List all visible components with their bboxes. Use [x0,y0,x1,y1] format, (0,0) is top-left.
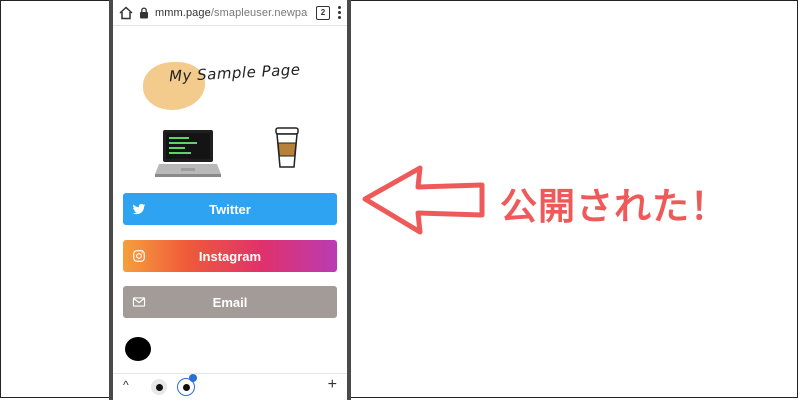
home-icon[interactable] [119,5,133,20]
chevron-up-icon[interactable]: ^ [123,378,129,392]
mail-icon [132,297,146,307]
phone-screen: mmm.page/smapleuser.newpa 2 My Sample Pa… [109,0,351,400]
instagram-icon [133,250,145,262]
coffee-cup-icon [275,127,299,168]
instagram-link-label: Instagram [198,248,262,264]
url-text[interactable]: mmm.page/smapleuser.newpa [155,7,310,19]
twitter-icon [132,203,146,215]
browser-bottom-bar: ^ + [113,373,347,400]
instagram-link-button[interactable]: Instagram [123,240,337,272]
url-domain: mmm.page [155,6,211,19]
twitter-link-label: Twitter [209,201,251,217]
new-tab-plus-icon[interactable]: + [328,376,337,394]
arrow-icon [362,165,485,235]
laptop-icon [155,130,221,177]
avatar[interactable] [125,337,151,361]
tab-badge [189,374,197,382]
url-path: /smapleuser.newpa [210,6,308,19]
email-link-label: Email [212,294,248,310]
twitter-link-button[interactable]: Twitter [123,193,337,225]
more-menu-icon[interactable] [338,6,341,19]
tab-count-button[interactable]: 2 [316,5,330,20]
annotation-caption: 公開された！ [500,185,728,228]
email-link-button[interactable]: Email [123,286,337,318]
lock-icon [140,6,148,18]
tab-switcher-button[interactable] [151,379,167,395]
browser-address-bar[interactable]: mmm.page/smapleuser.newpa 2 [113,0,347,26]
